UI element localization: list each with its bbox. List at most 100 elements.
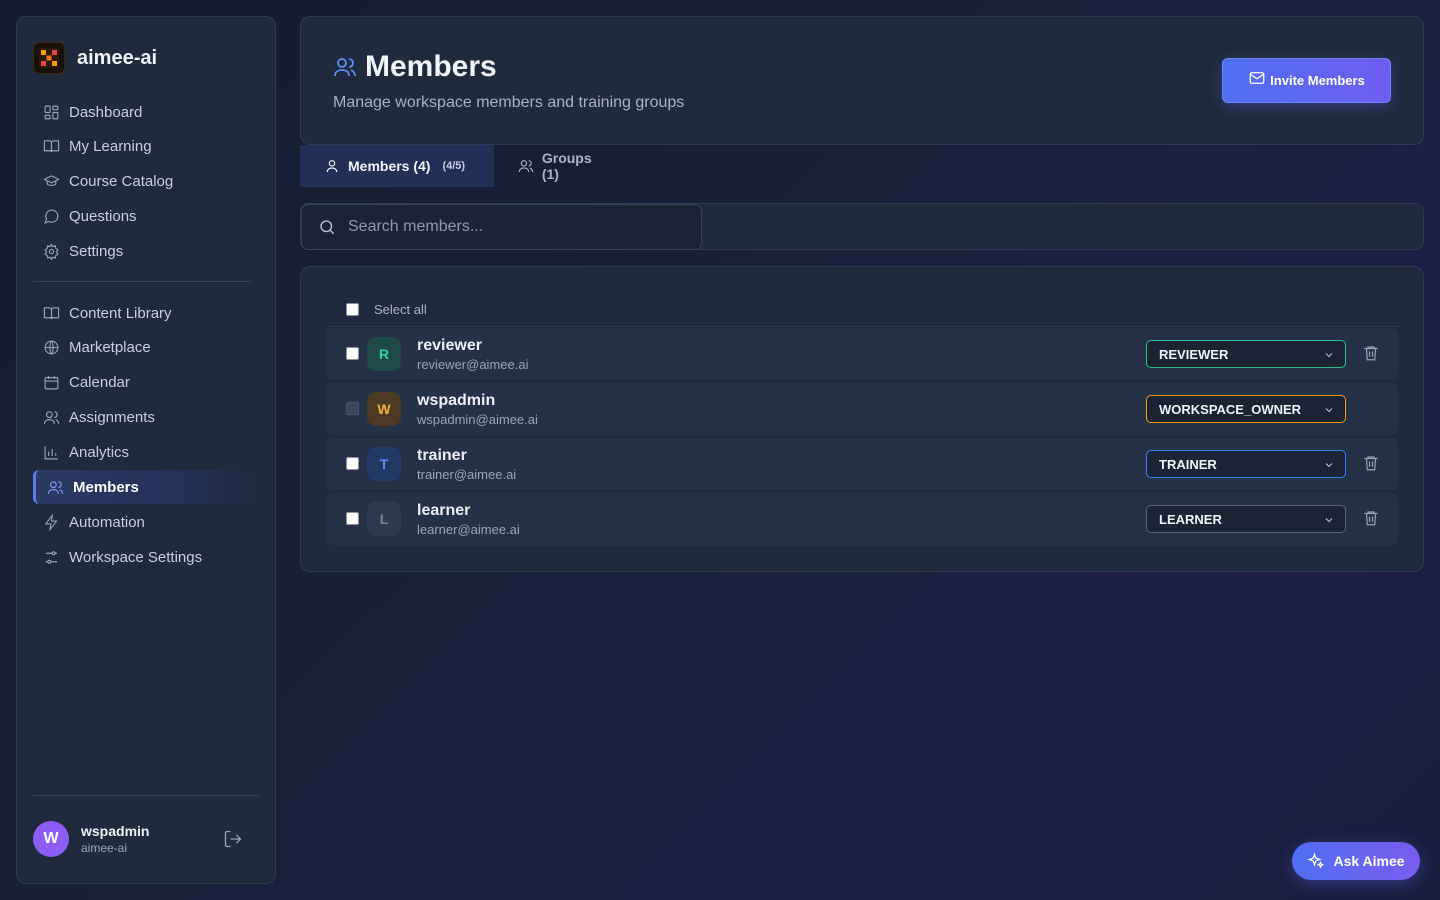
sliders-icon xyxy=(45,551,58,564)
sidebar-divider xyxy=(33,281,251,282)
member-email: trainer@aimee.ai xyxy=(417,467,517,482)
sidebar-item-label: Questions xyxy=(69,208,137,226)
page-header: Members Manage workspace members and tra… xyxy=(300,16,1424,145)
avatar: R xyxy=(367,337,401,371)
book-icon xyxy=(43,140,60,153)
sparkles-icon xyxy=(1307,852,1325,869)
sidebar-item-settings[interactable]: Settings xyxy=(33,235,260,269)
sidebar-item-marketplace[interactable]: Marketplace xyxy=(33,331,260,365)
brand-logo-icon xyxy=(33,42,65,74)
chat-bubble-icon xyxy=(44,209,59,224)
select-all-checkbox[interactable] xyxy=(346,303,359,316)
dashboard-icon xyxy=(44,105,59,119)
brand[interactable]: aimee-ai xyxy=(33,42,157,74)
chevron-down-icon xyxy=(1325,353,1333,358)
invite-members-label: Invite Members xyxy=(1270,73,1365,88)
sidebar-item-label: Content Library xyxy=(69,304,172,322)
table-row: R reviewer reviewer@aimee.ai REVIEWER xyxy=(326,328,1398,380)
role-select[interactable]: LEARNER xyxy=(1146,505,1346,533)
sidebar: aimee-ai Dashboard My Learning Course Ca… xyxy=(16,16,276,884)
trash-icon xyxy=(1364,456,1378,471)
members-list: Select all R reviewer reviewer@aimee.ai … xyxy=(300,266,1424,572)
users-icon xyxy=(47,481,64,494)
member-name: wspadmin xyxy=(417,392,496,409)
page-title: Members xyxy=(333,50,497,84)
user-org: aimee-ai xyxy=(81,841,128,855)
sidebar-item-workspace-settings[interactable]: Workspace Settings xyxy=(33,540,260,574)
trash-icon xyxy=(1364,511,1378,526)
role-select[interactable]: TRAINER xyxy=(1146,450,1346,478)
select-all: Select all xyxy=(346,302,427,317)
logout-button[interactable] xyxy=(223,829,243,849)
sidebar-item-my-learning[interactable]: My Learning xyxy=(33,130,260,164)
role-select-value: REVIEWER xyxy=(1159,346,1229,362)
book-icon xyxy=(43,306,60,319)
delete-member-button[interactable] xyxy=(1362,454,1380,472)
sidebar-item-label: Analytics xyxy=(69,444,130,462)
tab-bar: Members (4) (4/5) Groups (1) xyxy=(300,145,636,187)
primary-nav: Dashboard My Learning Course Catalog Que… xyxy=(33,95,260,269)
table-row: W wspadmin wspadmin@aimee.ai WORKSPACE_O… xyxy=(326,383,1398,435)
role-select-value: TRAINER xyxy=(1159,456,1217,472)
sidebar-item-label: Workspace Settings xyxy=(69,548,203,566)
logout-icon xyxy=(224,830,242,848)
sidebar-item-automation[interactable]: Automation xyxy=(33,505,260,539)
role-select-value: LEARNER xyxy=(1159,511,1222,527)
select-all-label: Select all xyxy=(374,302,427,317)
tab-groups[interactable]: Groups (1) xyxy=(494,145,636,187)
chevron-down-icon xyxy=(1325,518,1333,523)
user-profile: W wspadmin aimee-ai xyxy=(33,821,243,857)
sidebar-item-label: Settings xyxy=(69,243,124,261)
avatar: T xyxy=(367,447,401,481)
chevron-down-icon xyxy=(1325,463,1333,468)
list-divider xyxy=(326,326,1398,327)
delete-member-button[interactable] xyxy=(1362,344,1380,362)
role-select[interactable]: REVIEWER xyxy=(1146,340,1346,368)
avatar: L xyxy=(367,502,401,536)
tab-members[interactable]: Members (4) (4/5) xyxy=(300,145,494,187)
chevron-down-icon xyxy=(1325,408,1333,413)
sidebar-item-members[interactable]: Members xyxy=(33,470,260,505)
users-icon xyxy=(518,160,534,172)
sidebar-item-label: My Learning xyxy=(69,138,152,156)
sidebar-item-label: Automation xyxy=(69,513,145,531)
bar-chart-icon xyxy=(44,446,58,460)
row-checkbox[interactable] xyxy=(346,347,359,360)
row-checkbox xyxy=(346,402,359,415)
invite-members-button[interactable]: Invite Members xyxy=(1222,58,1391,103)
tab-label: Members (4) xyxy=(348,158,431,174)
ask-aimee-label: Ask Aimee xyxy=(1333,853,1405,869)
brand-name: aimee-ai xyxy=(77,46,158,69)
sidebar-item-label: Course Catalog xyxy=(69,173,174,191)
member-limit-count: (4/5) xyxy=(442,160,466,172)
sidebar-item-calendar[interactable]: Calendar xyxy=(33,366,260,400)
lightning-icon xyxy=(44,513,58,531)
member-name: trainer xyxy=(417,447,467,464)
delete-member-button[interactable] xyxy=(1362,509,1380,527)
avatar[interactable]: W xyxy=(33,821,69,857)
sidebar-item-label: Assignments xyxy=(69,409,155,427)
graduation-cap-icon xyxy=(43,175,60,187)
sidebar-item-course-catalog[interactable]: Course Catalog xyxy=(33,165,260,199)
users-icon xyxy=(43,411,60,425)
role-select[interactable]: WORKSPACE_OWNER xyxy=(1146,395,1346,423)
sidebar-item-assignments[interactable]: Assignments xyxy=(33,401,260,435)
sidebar-item-analytics[interactable]: Analytics xyxy=(33,436,260,470)
sidebar-item-questions[interactable]: Questions xyxy=(33,200,260,234)
sidebar-item-dashboard[interactable]: Dashboard xyxy=(33,95,260,129)
row-checkbox[interactable] xyxy=(346,512,359,525)
ask-aimee-button[interactable]: Ask Aimee xyxy=(1292,842,1420,880)
member-email: reviewer@aimee.ai xyxy=(417,357,529,372)
mail-icon xyxy=(1249,71,1265,84)
sidebar-item-content-library[interactable]: Content Library xyxy=(33,296,260,330)
search-input[interactable] xyxy=(348,218,678,236)
page-title-text: Members xyxy=(365,50,497,83)
table-row: L learner learner@aimee.ai LEARNER xyxy=(326,493,1398,545)
row-checkbox[interactable] xyxy=(346,457,359,470)
tab-label: Groups (1) xyxy=(541,150,592,182)
search-bar xyxy=(300,203,1424,250)
page-subtitle: Manage workspace members and training gr… xyxy=(333,94,685,111)
sidebar-item-label: Dashboard xyxy=(69,103,143,121)
sidebar-item-label: Calendar xyxy=(69,374,130,392)
user-name: wspadmin xyxy=(81,823,150,839)
